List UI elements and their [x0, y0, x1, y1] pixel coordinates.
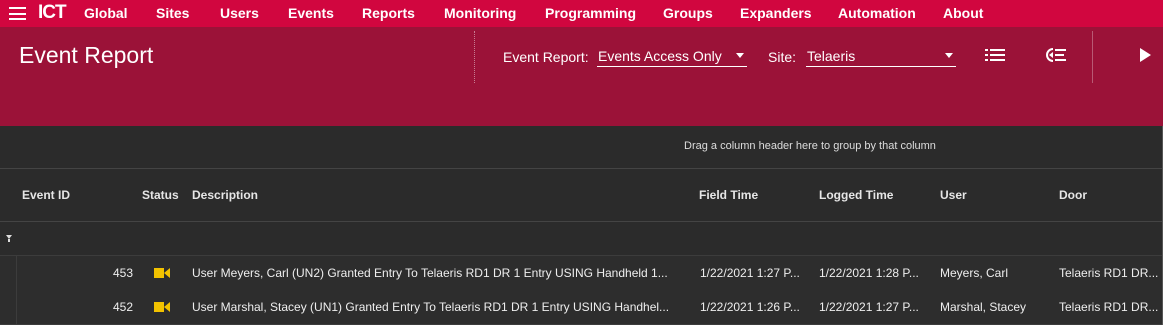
column-header-field-time[interactable]: Field Time — [699, 188, 758, 202]
site-select[interactable]: Telaeris — [806, 47, 956, 67]
field-time-cell: 1/22/2021 1:27 P... — [700, 266, 800, 280]
chevron-down-icon — [945, 53, 953, 58]
door-cell: Telaeris RD1 DR... — [1059, 266, 1159, 280]
user-cell: Marshal, Stacey — [940, 300, 1027, 314]
column-header-row: Event ID Status Description Field Time L… — [0, 169, 1163, 222]
event-id-cell: 452 — [112, 300, 133, 314]
hamburger-menu-icon[interactable] — [9, 7, 26, 20]
menu-item-programming[interactable]: Programming — [545, 5, 636, 22]
list-view-icon[interactable] — [985, 49, 1005, 62]
user-cell: Meyers, Carl — [940, 266, 1009, 280]
site-value: Telaeris — [807, 48, 856, 64]
column-header-description[interactable]: Description — [192, 188, 258, 202]
site-label: Site: — [768, 49, 797, 65]
page-header: Event Report Event Report: Events Access… — [0, 27, 1163, 126]
camera-icon — [154, 302, 170, 312]
menu-item-users[interactable]: Users — [220, 5, 259, 22]
menu-item-monitoring[interactable]: Monitoring — [444, 5, 516, 22]
column-chooser-icon[interactable] — [1044, 47, 1068, 63]
chevron-down-icon — [736, 53, 744, 58]
column-header-user[interactable]: User — [940, 188, 967, 202]
description-cell: User Marshal, Stacey (UN1) Granted Entry… — [192, 300, 670, 314]
menu-item-global[interactable]: Global — [84, 5, 128, 22]
top-menu-bar: ICT Global Sites Users Events Reports Mo… — [0, 0, 1163, 27]
door-cell: Telaeris RD1 DR... — [1059, 300, 1159, 314]
filter-icon[interactable] — [6, 235, 12, 242]
group-by-panel[interactable]: Drag a column header here to group by th… — [0, 126, 1163, 169]
table-row[interactable]: 453 User Meyers, Carl (UN2) Granted Entr… — [0, 256, 1163, 291]
column-header-logged-time[interactable]: Logged Time — [819, 188, 893, 202]
header-divider — [474, 31, 475, 83]
column-header-event-id[interactable]: Event ID — [22, 188, 70, 202]
column-header-door[interactable]: Door — [1059, 188, 1087, 202]
menu-item-automation[interactable]: Automation — [838, 5, 916, 22]
menu-item-reports[interactable]: Reports — [362, 5, 415, 22]
event-report-select[interactable]: Events Access Only — [597, 47, 747, 67]
menu-item-about[interactable]: About — [943, 5, 983, 22]
event-report-value: Events Access Only — [598, 48, 722, 64]
menu-item-expanders[interactable]: Expanders — [740, 5, 812, 22]
event-report-label: Event Report: — [503, 49, 589, 65]
column-header-status[interactable]: Status — [142, 188, 179, 202]
field-time-cell: 1/22/2021 1:26 P... — [700, 300, 800, 314]
camera-icon — [154, 268, 170, 278]
filter-row[interactable] — [0, 222, 1163, 256]
row-indent — [0, 290, 17, 324]
menu-item-groups[interactable]: Groups — [663, 5, 713, 22]
ict-logo: ICT — [38, 2, 67, 23]
table-row[interactable]: 452 User Marshal, Stacey (UN1) Granted E… — [0, 290, 1163, 325]
menu-item-sites[interactable]: Sites — [156, 5, 189, 22]
header-divider — [1092, 31, 1093, 83]
menu-item-events[interactable]: Events — [288, 5, 334, 22]
play-icon[interactable] — [1140, 48, 1151, 62]
logged-time-cell: 1/22/2021 1:27 P... — [819, 300, 919, 314]
description-cell: User Meyers, Carl (UN2) Granted Entry To… — [192, 266, 668, 280]
event-id-cell: 453 — [112, 266, 133, 280]
row-indent — [0, 256, 17, 290]
group-hint-text: Drag a column header here to group by th… — [684, 140, 936, 152]
logged-time-cell: 1/22/2021 1:28 P... — [819, 266, 919, 280]
page-title: Event Report — [19, 42, 154, 68]
